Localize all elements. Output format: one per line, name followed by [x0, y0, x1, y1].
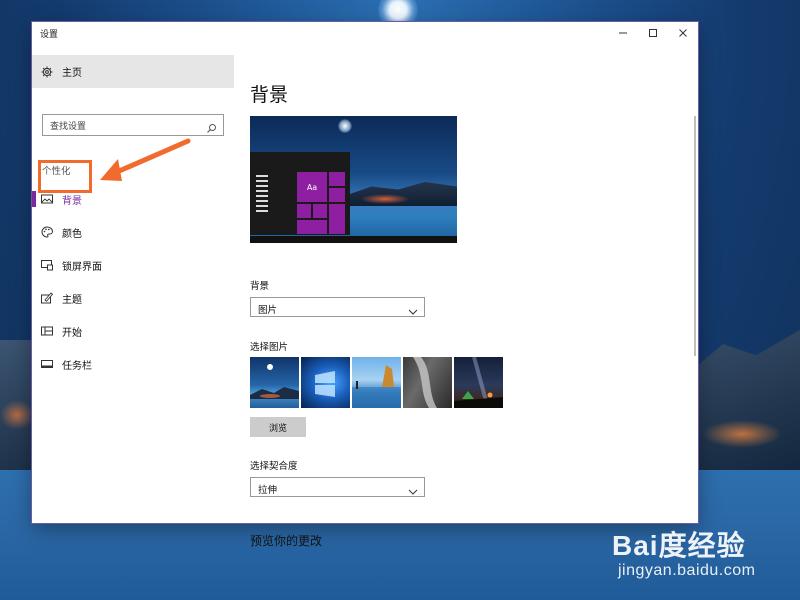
preview-app-list [256, 172, 270, 234]
preview-taskbar [250, 236, 457, 243]
sidebar-item-label: 主题 [62, 294, 82, 306]
background-label: 背景 [250, 281, 270, 292]
sidebar: 主页 查找设置 个性化 背景 颜色 锁屏界面 主题 开始 任务栏 [32, 44, 236, 523]
sidebar-item-colors[interactable]: 颜色 [32, 218, 236, 246]
maximize-button[interactable] [638, 22, 668, 44]
sidebar-item-home[interactable]: 主页 [32, 55, 234, 88]
sidebar-item-start[interactable]: 开始 [32, 317, 236, 345]
background-dropdown-value: 图片 [258, 305, 278, 316]
preview-tile-aa: Aa [297, 172, 327, 202]
picture-icon [41, 193, 53, 205]
fit-dropdown-value: 拉伸 [258, 485, 278, 496]
scrollbar[interactable] [694, 116, 696, 356]
watermark-logo: Bai度经验 [612, 530, 746, 561]
page-title: 背景 [250, 84, 289, 106]
background-preview: Aa [250, 116, 457, 243]
picture-thumbnail[interactable] [454, 357, 503, 408]
sidebar-item-taskbar[interactable]: 任务栏 [32, 350, 236, 378]
sidebar-item-label: 背景 [62, 195, 82, 207]
picture-thumbnail[interactable] [250, 357, 299, 408]
chevron-down-icon [408, 482, 418, 495]
chevron-down-icon [408, 302, 418, 315]
gear-icon [41, 66, 53, 78]
sidebar-item-label: 开始 [62, 327, 82, 339]
search-placeholder: 查找设置 [50, 122, 87, 132]
wallpaper-lava-right [702, 420, 782, 448]
maximize-icon [649, 29, 657, 37]
watermark-site: jingyan.baidu.com [618, 562, 756, 579]
background-dropdown[interactable]: 图片 [250, 297, 425, 317]
wallpaper-rocks-right [690, 330, 800, 470]
browse-button[interactable]: 浏览 [250, 417, 306, 437]
fit-dropdown[interactable]: 拉伸 [250, 477, 425, 497]
sidebar-item-label: 颜色 [62, 228, 82, 240]
choose-picture-label: 选择图片 [250, 342, 289, 353]
wallpaper-lava-left [0, 400, 34, 430]
active-indicator [32, 191, 36, 207]
close-icon [679, 29, 687, 37]
choose-fit-label: 选择契合度 [250, 461, 298, 472]
close-button[interactable] [668, 22, 698, 44]
theme-icon [41, 292, 53, 304]
lock-screen-icon [41, 259, 53, 271]
search-input[interactable]: 查找设置 [42, 114, 224, 136]
palette-icon [41, 226, 53, 238]
picture-thumbnail[interactable] [301, 357, 350, 408]
minimize-icon [619, 32, 627, 34]
main-content: 背景 Aa 背景 图片 选择图片 浏览 选择契合度 拉伸 预览你的更改 [250, 44, 698, 548]
sidebar-item-lock-screen[interactable]: 锁屏界面 [32, 251, 236, 279]
taskbar-icon [41, 358, 53, 370]
window-title: 设置 [40, 30, 59, 40]
annotation-highlight-box [38, 160, 92, 193]
sidebar-item-label: 锁屏界面 [62, 261, 102, 273]
search-icon [206, 119, 217, 133]
picture-thumbnail[interactable] [352, 357, 401, 408]
sidebar-item-themes[interactable]: 主题 [32, 284, 236, 312]
sidebar-item-label: 任务栏 [62, 360, 92, 372]
baidu-jingyan-watermark: Bai度经验 jingyan.baidu.com [612, 520, 788, 590]
title-bar[interactable]: 设置 [32, 22, 698, 44]
picture-thumbnail[interactable] [403, 357, 452, 408]
preview-tiles: Aa [297, 172, 345, 234]
preview-start-menu: Aa [250, 152, 350, 235]
preview-lava [360, 194, 410, 204]
annotation-arrow-icon [100, 138, 191, 181]
settings-window: 设置 主页 查找设置 个性化 背景 颜色 锁屏界面 主题 开始 任务栏 背景 A… [32, 22, 698, 548]
start-icon [41, 325, 53, 337]
preview-sun [338, 119, 352, 133]
minimize-button[interactable] [608, 22, 638, 44]
preview-changes-heading: 预览你的更改 [250, 534, 323, 548]
home-label: 主页 [62, 68, 82, 79]
